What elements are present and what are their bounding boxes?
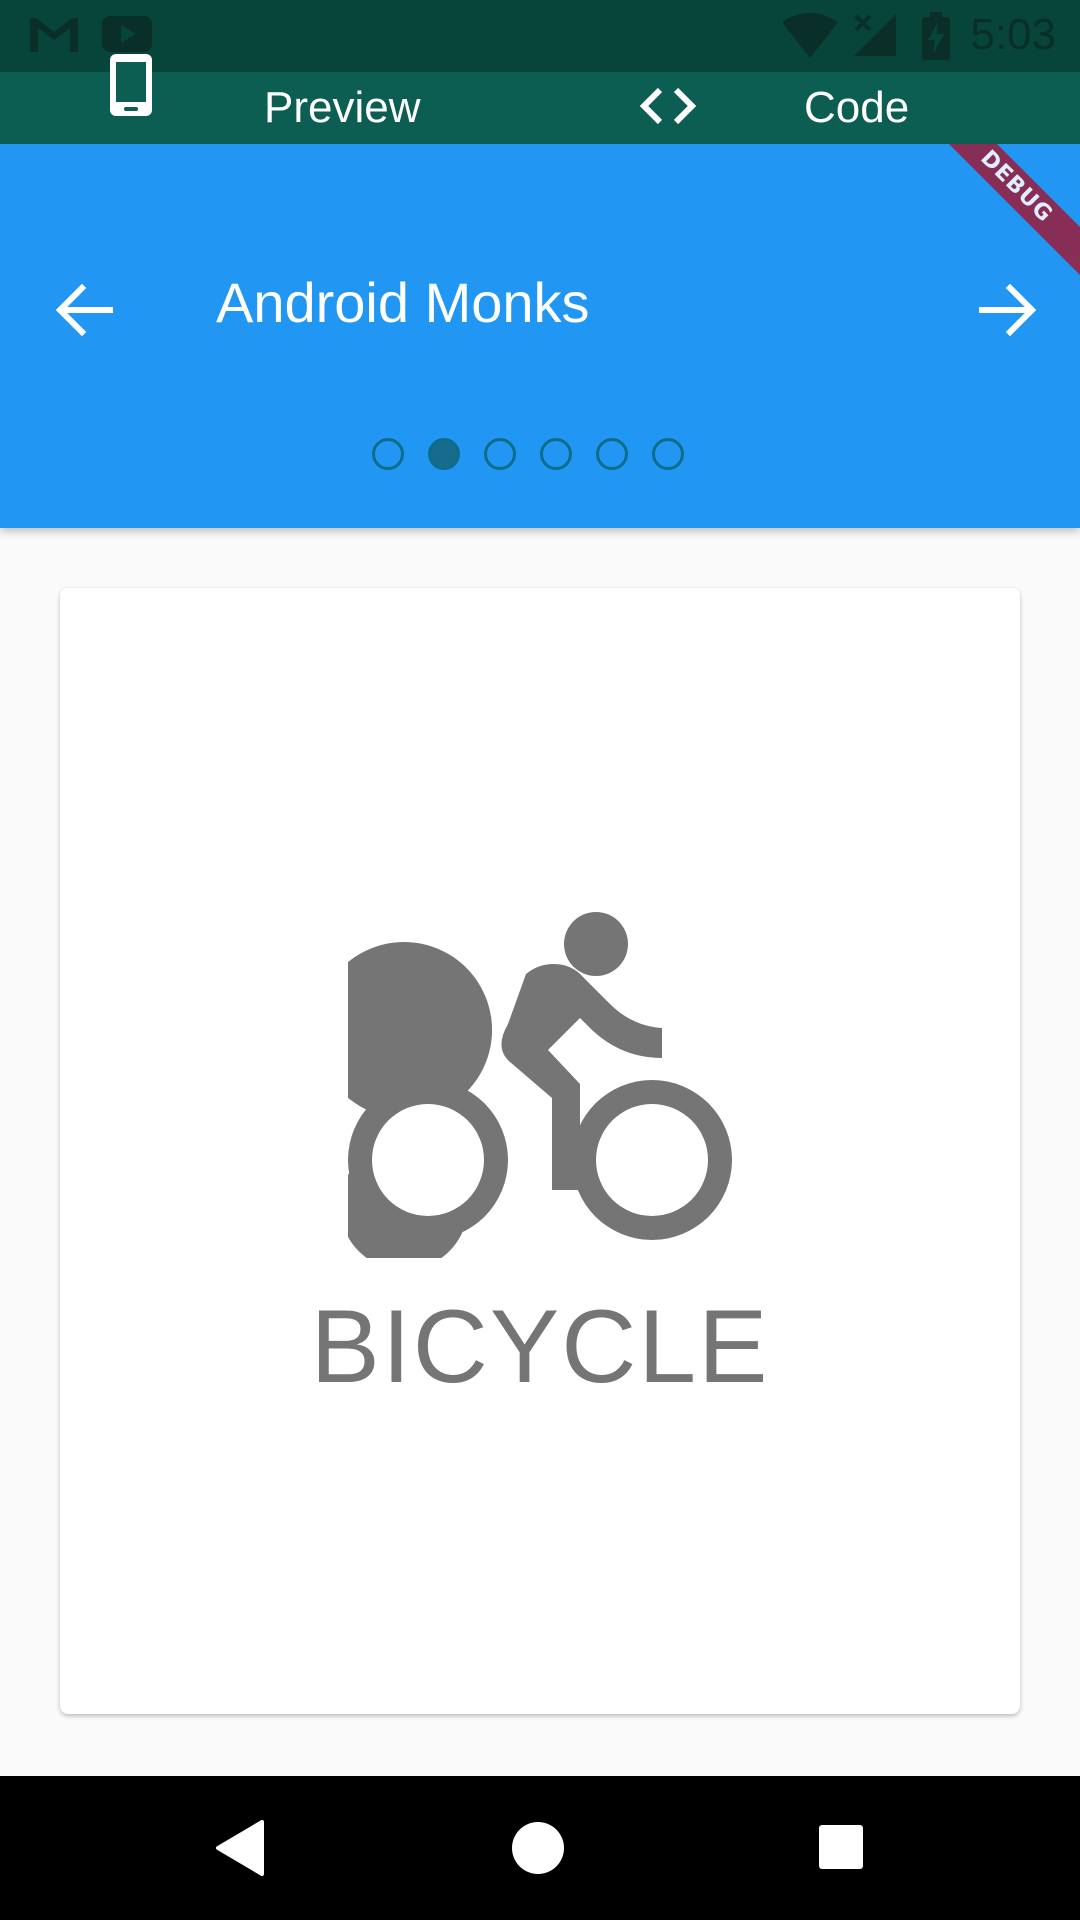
page-dot[interactable] [540, 438, 572, 470]
code-label: Code [804, 83, 910, 132]
no-signal-icon [854, 14, 896, 56]
nav-back-icon[interactable] [214, 1812, 266, 1884]
bicycle-icon [348, 912, 732, 1258]
page-title: Android Monks [216, 271, 590, 334]
status-bar: 5:03 [0, 0, 1080, 72]
page-indicator [372, 438, 684, 470]
choice-card: BICYCLE [60, 588, 1020, 1714]
status-time: 5:03 [970, 10, 1056, 59]
preview-label: Preview [264, 83, 421, 132]
arrow-back-icon[interactable] [48, 274, 120, 346]
phone-icon [110, 54, 152, 116]
code-tab[interactable]: Code [620, 72, 940, 144]
gmail-icon [30, 18, 78, 52]
page-dot[interactable] [596, 438, 628, 470]
page-dot[interactable] [484, 438, 516, 470]
youtube-icon [102, 16, 152, 52]
page-dot[interactable] [652, 438, 684, 470]
nav-home-icon[interactable] [510, 1820, 566, 1876]
app-bar: Android Monks DEBUG [0, 144, 1080, 528]
wifi-icon [782, 13, 838, 58]
navigation-bar [0, 1776, 1080, 1920]
debug-banner: DEBUG [919, 144, 1080, 284]
choice-label: BICYCLE [310, 1289, 770, 1405]
nav-recents-icon[interactable] [818, 1824, 864, 1870]
battery-charging-icon [922, 12, 950, 60]
page-dot-active[interactable] [428, 438, 460, 470]
page-dot[interactable] [372, 438, 404, 470]
preview-code-toolbar: Preview Code [0, 72, 1080, 144]
preview-tab[interactable]: Preview [100, 72, 480, 144]
code-icon [639, 87, 697, 125]
arrow-forward-icon[interactable] [972, 274, 1044, 346]
